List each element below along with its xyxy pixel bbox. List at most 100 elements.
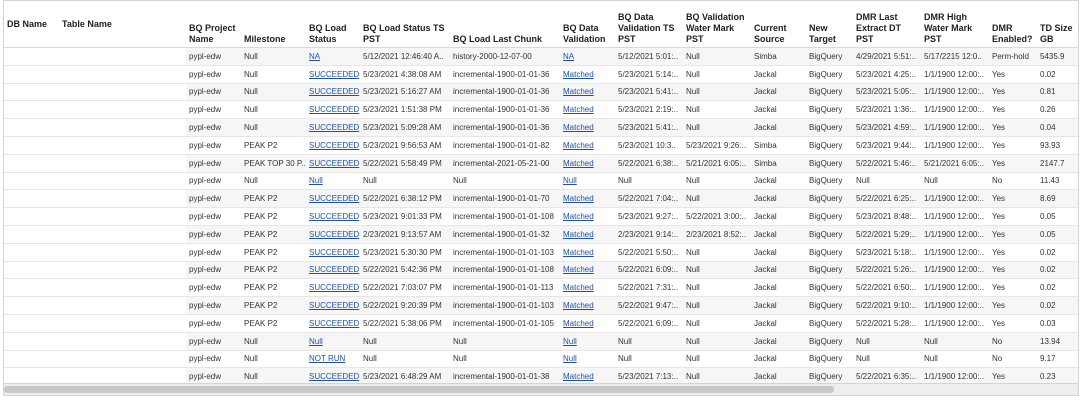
load-status-link[interactable]: SUCCEEDED xyxy=(309,372,359,381)
load-status-link[interactable]: SUCCEEDED xyxy=(309,319,359,328)
bq-data-validation-cell: Matched xyxy=(560,314,615,333)
load-status-link[interactable]: SUCCEEDED xyxy=(309,265,359,274)
db-name-cell xyxy=(4,154,59,173)
load-status-link[interactable]: SUCCEEDED xyxy=(309,230,359,239)
table-row: pypl-edw PEAK P2 SUCCEEDED 5/22/2021 9:20:3… xyxy=(4,296,1078,315)
data-validation-link[interactable]: Matched xyxy=(563,265,594,274)
data-validation-link[interactable]: Matched xyxy=(563,87,594,96)
current-source-cell: Simba xyxy=(751,47,806,66)
bq-validation-water-mark-cell: Null xyxy=(683,47,751,66)
dmr-high-water-mark-cell: 1/1/1900 12:00:.. xyxy=(921,225,989,244)
bq-data-validation-cell: Matched xyxy=(560,65,615,84)
col-header-new-target[interactable]: New Target xyxy=(806,1,853,48)
bq-load-status-ts-cell: 5/22/2021 5:42:36 PM xyxy=(360,261,450,280)
data-validation-link[interactable]: Matched xyxy=(563,248,594,257)
load-status-link[interactable]: Null xyxy=(309,337,323,346)
load-status-link[interactable]: SUCCEEDED xyxy=(309,212,359,221)
data-validation-link[interactable]: Matched xyxy=(563,105,594,114)
load-status-link[interactable]: SUCCEEDED xyxy=(309,248,359,257)
load-status-link[interactable]: SUCCEEDED xyxy=(309,105,359,114)
bq-load-last-chunk-cell: incremental-2021-05-21-00 xyxy=(450,154,560,173)
bq-data-validation-ts-cell: 5/22/2021 6:09:.. xyxy=(615,261,683,280)
col-header-db-name[interactable]: DB Name xyxy=(4,1,59,48)
td-size-gb-cell: 0.02 xyxy=(1037,261,1078,280)
load-status-link[interactable]: SUCCEEDED xyxy=(309,301,359,310)
col-header-bq-project-name[interactable]: BQ Project Name xyxy=(186,1,241,48)
db-name-cell xyxy=(4,207,59,226)
td-size-gb-cell: 0.03 xyxy=(1037,314,1078,333)
col-header-dmr-last-extract[interactable]: DMR Last Extract DT PST xyxy=(853,1,921,48)
col-header-bq-load-status-ts[interactable]: BQ Load Status TS PST xyxy=(360,1,450,48)
new-target-cell: BigQuery xyxy=(806,332,853,351)
data-validation-link[interactable]: Matched xyxy=(563,141,594,150)
bq-load-status-cell: SUCCEEDED xyxy=(306,261,360,280)
load-status-link[interactable]: Null xyxy=(309,176,323,185)
col-header-table-name[interactable]: Table Name xyxy=(59,1,186,48)
data-validation-link[interactable]: NA xyxy=(563,52,574,61)
data-validation-link[interactable]: Matched xyxy=(563,70,594,79)
dmr-enabled-cell: Yes xyxy=(989,225,1037,244)
data-validation-link[interactable]: Null xyxy=(563,354,577,363)
milestone-cell: PEAK P2 xyxy=(241,136,306,155)
load-status-link[interactable]: SUCCEEDED xyxy=(309,194,359,203)
data-validation-link[interactable]: Matched xyxy=(563,123,594,132)
load-status-link[interactable]: SUCCEEDED xyxy=(309,70,359,79)
data-validation-link[interactable]: Matched xyxy=(563,159,594,168)
bq-load-status-cell: SUCCEEDED xyxy=(306,136,360,155)
data-validation-link[interactable]: Null xyxy=(563,176,577,185)
col-header-milestone[interactable]: Milestone xyxy=(241,1,306,48)
load-status-link[interactable]: SUCCEEDED xyxy=(309,87,359,96)
bq-data-validation-ts-cell: 5/23/2021 5:41:.. xyxy=(615,118,683,137)
bq-data-validation-ts-cell: 5/22/2021 5:50:.. xyxy=(615,243,683,262)
bq-load-last-chunk-cell: history-2000-12-07-00 xyxy=(450,47,560,66)
scrollbar-thumb[interactable] xyxy=(4,386,834,393)
bq-validation-water-mark-cell: Null xyxy=(683,65,751,84)
col-header-bq-load-status[interactable]: BQ Load Status xyxy=(306,1,360,48)
col-header-dmr-high-water-mark[interactable]: DMR High Water Mark PST xyxy=(921,1,989,48)
load-status-link[interactable]: SUCCEEDED xyxy=(309,159,359,168)
load-status-link[interactable]: SUCCEEDED xyxy=(309,141,359,150)
dmr-high-water-mark-cell: 5/21/2021 6:05:.. xyxy=(921,154,989,173)
bq-load-status-ts-cell: 5/22/2021 9:20:39 PM xyxy=(360,296,450,315)
data-validation-link[interactable]: Matched xyxy=(563,230,594,239)
bq-project-name-cell: pypl-edw xyxy=(186,243,241,262)
load-status-link[interactable]: NOT RUN xyxy=(309,354,345,363)
data-validation-link[interactable]: Null xyxy=(563,337,577,346)
bq-load-status-cell: Null xyxy=(306,332,360,351)
dmr-enabled-cell: No xyxy=(989,350,1037,369)
milestone-cell: Null xyxy=(241,118,306,137)
col-header-td-size-gb[interactable]: TD Size GB xyxy=(1037,1,1078,48)
load-status-link[interactable]: SUCCEEDED xyxy=(309,123,359,132)
data-table-viewport: DB Name Table Name BQ Project Name Miles… xyxy=(3,0,1079,396)
col-header-bq-validation-water-mark[interactable]: BQ Validation Water Mark PST xyxy=(683,1,751,48)
col-header-bq-load-last-chunk[interactable]: BQ Load Last Chunk xyxy=(450,1,560,48)
bq-load-last-chunk-cell: incremental-1900-01-01-105 xyxy=(450,314,560,333)
bq-validation-water-mark-cell: Null xyxy=(683,296,751,315)
data-validation-link[interactable]: Matched xyxy=(563,372,594,381)
current-source-cell: Jackal xyxy=(751,296,806,315)
dmr-high-water-mark-cell: 1/1/1900 12:00:.. xyxy=(921,100,989,120)
bq-load-status-cell: SUCCEEDED xyxy=(306,278,360,298)
dmr-enabled-cell: Yes xyxy=(989,136,1037,155)
milestone-cell: Null xyxy=(241,100,306,120)
data-validation-link[interactable]: Matched xyxy=(563,319,594,328)
milestone-cell: Null xyxy=(241,47,306,66)
data-validation-link[interactable]: Matched xyxy=(563,301,594,310)
table-name-cell xyxy=(59,350,186,369)
col-header-current-source[interactable]: Current Source xyxy=(751,1,806,48)
bq-load-status-cell: SUCCEEDED xyxy=(306,225,360,244)
horizontal-scrollbar[interactable] xyxy=(4,383,1078,395)
bq-project-name-cell: pypl-edw xyxy=(186,118,241,137)
col-header-bq-data-validation-ts[interactable]: BQ Data Validation TS PST xyxy=(615,1,683,48)
db-name-cell xyxy=(4,118,59,137)
load-status-link[interactable]: SUCCEEDED xyxy=(309,283,359,292)
bq-project-name-cell: pypl-edw xyxy=(186,296,241,315)
current-source-cell: Jackal xyxy=(751,189,806,209)
col-header-dmr-enabled[interactable]: DMR Enabled? xyxy=(989,1,1037,48)
data-validation-link[interactable]: Matched xyxy=(563,194,594,203)
data-validation-link[interactable]: Matched xyxy=(563,212,594,221)
data-validation-link[interactable]: Matched xyxy=(563,283,594,292)
col-header-bq-data-validation[interactable]: BQ Data Validation xyxy=(560,1,615,48)
load-status-link[interactable]: NA xyxy=(309,52,320,61)
current-source-cell: Jackal xyxy=(751,118,806,137)
